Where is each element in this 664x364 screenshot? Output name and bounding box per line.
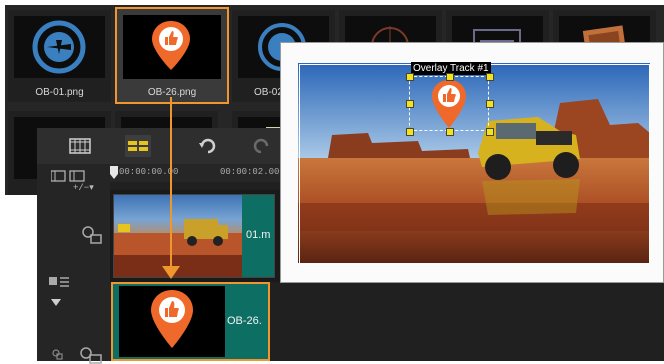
redo-button[interactable]: [249, 135, 275, 157]
zoom-control[interactable]: +/−▾: [73, 183, 94, 193]
overlay-clip[interactable]: OB-26.: [111, 282, 270, 361]
overlay-clip-thumbnail: [119, 286, 225, 357]
arrow-down-icon: [162, 266, 180, 279]
resize-handle-right[interactable]: [486, 100, 494, 108]
airplane-stamp-icon: [32, 20, 86, 74]
film-strip-icon: [69, 138, 91, 154]
thumbnail-image: [123, 15, 221, 79]
resize-handle-left[interactable]: [406, 100, 414, 108]
resize-handle-bottom-right[interactable]: [486, 128, 494, 136]
video-clip-thumbnail: [114, 195, 242, 277]
timeline-view-button[interactable]: [125, 135, 151, 157]
redo-icon: [253, 138, 269, 154]
resize-handle-top-left[interactable]: [406, 73, 414, 81]
overlay-selection-box[interactable]: [406, 73, 494, 136]
overlay-track-icon[interactable]: [79, 346, 103, 364]
track-header-column: +/−▾: [37, 164, 110, 364]
resize-handle-top[interactable]: [446, 73, 454, 81]
overlay-mask-icon[interactable]: [51, 348, 63, 360]
storyboard-view-button[interactable]: [67, 135, 93, 157]
timeline-tracks-icon: [128, 138, 148, 154]
location-pin-thumbs-up-icon: [152, 21, 190, 70]
track-settings-icon[interactable]: [49, 274, 71, 288]
video-clip-label: 01.m: [246, 229, 271, 241]
video-track-icon[interactable]: [81, 224, 103, 246]
thumbnail-caption: OB-01.png: [35, 87, 84, 98]
clip-marker-icon: [118, 224, 130, 232]
undo-button[interactable]: [194, 135, 220, 157]
resize-handle-bottom[interactable]: [446, 128, 454, 136]
location-pin-thumbs-up-icon: [151, 290, 193, 348]
thumbnail-caption: OB-26.png: [147, 87, 197, 98]
drag-connector-line: [170, 97, 172, 269]
playhead-marker-icon[interactable]: [110, 166, 118, 180]
video-clip[interactable]: 01.m: [113, 194, 275, 278]
resize-handle-bottom-left[interactable]: [406, 128, 414, 136]
track-manager-icon[interactable]: [51, 170, 85, 182]
chevron-down-icon[interactable]: [51, 299, 61, 307]
jeep-desert-image: [114, 219, 242, 277]
library-thumbnail[interactable]: OB-01.png: [8, 10, 111, 102]
undo-icon: [199, 138, 216, 154]
timeline-track-area: [280, 283, 664, 361]
resize-handle-top-right[interactable]: [486, 73, 494, 81]
thumbnail-image: [14, 16, 105, 78]
library-thumbnail-selected[interactable]: OB-26.png: [115, 7, 229, 104]
ruler-time-next: 00:00:02.00: [220, 167, 280, 177]
overlay-clip-label: OB-26.: [227, 315, 262, 327]
